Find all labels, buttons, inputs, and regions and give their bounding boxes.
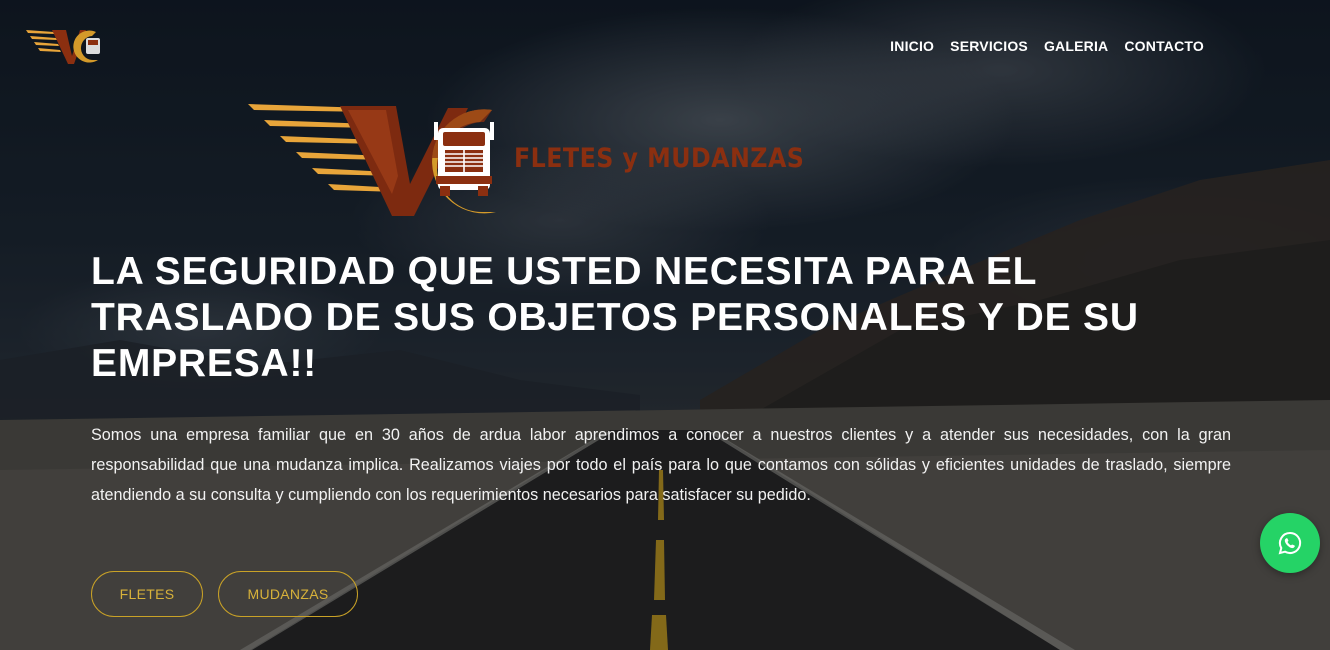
hero-headline: LA SEGURIDAD QUE USTED NECESITA PARA EL … <box>91 249 1251 387</box>
nav-contacto[interactable]: CONTACTO <box>1124 38 1204 54</box>
header-logo[interactable] <box>24 24 110 68</box>
headline-line-1: LA SEGURIDAD QUE USTED NECESITA PARA EL <box>91 250 1038 293</box>
nav-galeria[interactable]: GALERIA <box>1044 38 1108 54</box>
headline-line-3: EMPRESA!! <box>91 342 318 385</box>
nav-inicio[interactable]: INICIO <box>890 38 934 54</box>
truck-icon <box>434 122 494 196</box>
fletes-button[interactable]: FLETES <box>91 571 203 617</box>
whatsapp-icon <box>1278 531 1302 555</box>
whatsapp-button[interactable] <box>1260 513 1320 573</box>
brand-tagline: FLETES y MUDANZAS <box>514 143 805 174</box>
hero-description: Somos una empresa familiar que en 30 año… <box>91 426 1231 504</box>
service-buttons: FLETES MUDANZAS <box>91 571 358 617</box>
headline-line-2: TRASLADO DE SUS OBJETOS PERSONALES Y DE … <box>91 296 1139 339</box>
top-navigation-bar: INICIO SERVICIOS GALERIA CONTACTO <box>0 0 1330 92</box>
nav-servicios[interactable]: SERVICIOS <box>950 38 1028 54</box>
main-navigation: INICIO SERVICIOS GALERIA CONTACTO <box>890 38 1204 54</box>
mudanzas-button[interactable]: MUDANZAS <box>218 571 358 617</box>
